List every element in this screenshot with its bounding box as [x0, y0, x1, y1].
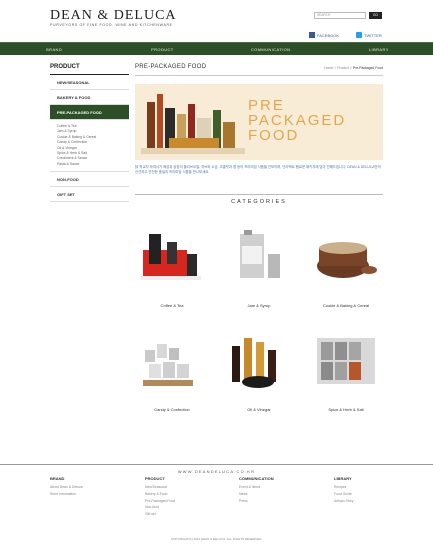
sidebar-subitem[interactable]: Pasta & Sauce: [57, 162, 129, 167]
footer-column-product: PRODUCT New/Seasonal Bakery & Food Pre-P…: [145, 476, 215, 518]
facebook-label: FACEBOOK: [317, 32, 340, 38]
sidebar-item-new-seasonal[interactable]: NEW/SEASONAL: [50, 75, 129, 90]
footer-column-communication: COMMUNICATION Event & News News Press: [239, 476, 309, 504]
breadcrumb-separator: >: [349, 66, 352, 70]
sidebar-item-gift-set[interactable]: GIFT SET: [50, 187, 129, 203]
sidebar-title: PRODUCT: [50, 64, 129, 75]
category-banner: PRE PACKAGED FOOD: [135, 84, 383, 160]
footer-heading: LIBRARY: [334, 476, 352, 481]
category-description: 評 학교자 하여서기 에성과 상장의 올리브오일, 허브와 소금, 초콜릿과 잼…: [135, 165, 381, 175]
footer-link[interactable]: Event & News: [239, 484, 309, 491]
category-card-spice-herb-salt[interactable]: Spice & Herb & Salt: [309, 324, 383, 426]
facebook-link[interactable]: FACEBOOK: [309, 32, 339, 38]
nav-communication[interactable]: COMMUNICATION: [217, 43, 325, 55]
sidebar: PRODUCT NEW/SEASONAL BAKERY & FOOD PRE-P…: [50, 64, 129, 203]
footer-link[interactable]: New/Seasonal: [145, 484, 215, 491]
category-card-jam-syrup[interactable]: Jam & Syrup: [222, 220, 296, 322]
category-label: Candy & Confection: [154, 407, 190, 412]
footer-link[interactable]: Non-food: [145, 504, 215, 511]
category-card-coffee-tea[interactable]: Coffee & Tea: [135, 220, 209, 322]
cookie-baking-cereal-image: [309, 220, 383, 294]
nav-brand[interactable]: BRAND: [0, 43, 108, 55]
footer-link[interactable]: Press: [239, 498, 309, 505]
footer-url-text[interactable]: WWW.DEANDELUCA.CO.KR: [171, 469, 262, 474]
banner-line: FOOD: [248, 127, 300, 144]
copyright: COPYRIGHT(C) 2011 DEAN & DELUCA. ALL RIG…: [170, 537, 263, 541]
coffee-tea-image: [135, 220, 209, 294]
footer-heading: COMMUNICATION: [239, 476, 274, 481]
search-button[interactable]: GO: [369, 12, 382, 19]
footer-link[interactable]: Food Guide: [334, 491, 404, 498]
banner-line: PRE: [248, 97, 285, 114]
category-label: Spice & Herb & Salt: [328, 407, 364, 412]
twitter-link[interactable]: TWITTER: [356, 32, 382, 38]
jam-syrup-image: [222, 220, 296, 294]
nav-library[interactable]: LIBRARY: [325, 43, 433, 55]
sidebar-subitems: Coffee & Tea Jam & Syrup Cookie & Baking…: [50, 120, 129, 173]
categories-heading: CATEGORIES: [135, 190, 383, 205]
footer-link[interactable]: Artisan Story: [334, 498, 404, 505]
category-label: Coffee & Tea: [160, 303, 184, 308]
footer-heading: BRAND: [50, 476, 65, 481]
category-card-oil-vinegar[interactable]: Oil & Vinegar: [222, 324, 296, 426]
footer-column-library: LIBRARY Recipes Food Guide Artisan Story: [334, 476, 404, 504]
main-nav: BRAND PRODUCT COMMUNICATION LIBRARY: [0, 42, 433, 55]
category-label: Oil & Vinegar: [247, 407, 271, 412]
facebook-icon: [309, 32, 315, 38]
footer-link[interactable]: Bakery & Food: [145, 491, 215, 498]
banner-title: PRE PACKAGED FOOD: [248, 98, 346, 143]
category-label: Cookie & Baking & Cereal: [322, 303, 370, 308]
sidebar-item-bakery-food[interactable]: BAKERY & FOOD: [50, 90, 129, 105]
spice-herb-salt-image: [309, 324, 383, 398]
footer-link[interactable]: About Dean & Deluca: [50, 484, 120, 491]
footer-heading: PRODUCT: [145, 476, 165, 481]
footer-link[interactable]: Recipes: [334, 484, 404, 491]
footer-column-brand: BRAND About Dean & Deluca Store Informat…: [50, 476, 120, 498]
breadcrumb-product[interactable]: Product: [337, 66, 349, 70]
oil-vinegar-image: [222, 324, 296, 398]
footer-link[interactable]: News: [239, 491, 309, 498]
categories-heading-label: CATEGORIES: [225, 198, 293, 205]
footer-link[interactable]: Gift set: [145, 511, 215, 518]
category-card-candy-confection[interactable]: Candy & Confection: [135, 324, 209, 426]
twitter-icon: [356, 32, 362, 38]
twitter-label: TWITTER: [364, 32, 382, 38]
main-content: PRE-PACKAGED FOOD Home > Product > Pre-P…: [135, 64, 383, 412]
brand-logo[interactable]: DEAN & DELUCA: [50, 8, 177, 24]
breadcrumb-home[interactable]: Home: [324, 66, 333, 70]
sidebar-item-pre-packaged-food[interactable]: PRE-PACKAGED FOOD: [50, 105, 129, 120]
breadcrumb: Home > Product > Pre-Packaged Food: [324, 66, 383, 70]
brand-tagline: PURVEYORS OF FINE FOOD, WINE AND KITCHEN…: [50, 23, 173, 27]
footer-link[interactable]: Store Information: [50, 491, 120, 498]
category-label: Jam & Syrup: [247, 303, 271, 308]
category-card-cookie-baking-cereal[interactable]: Cookie & Baking & Cereal: [309, 220, 383, 322]
banner-products-image: [139, 84, 249, 160]
footer-link[interactable]: Pre-Packaged Food: [145, 498, 215, 505]
candy-confection-image: [135, 324, 209, 398]
nav-product[interactable]: PRODUCT: [108, 43, 216, 55]
search-input[interactable]: SEARCH: [314, 12, 366, 19]
site-header: DEAN & DELUCA PURVEYORS OF FINE FOOD, WI…: [0, 0, 433, 42]
sidebar-item-non-food[interactable]: NON-FOOD: [50, 172, 129, 188]
title-divider: [135, 75, 383, 76]
breadcrumb-current: Pre-Packaged Food: [352, 66, 383, 70]
banner-line: PACKAGED: [248, 112, 347, 129]
breadcrumb-separator: >: [334, 66, 337, 70]
